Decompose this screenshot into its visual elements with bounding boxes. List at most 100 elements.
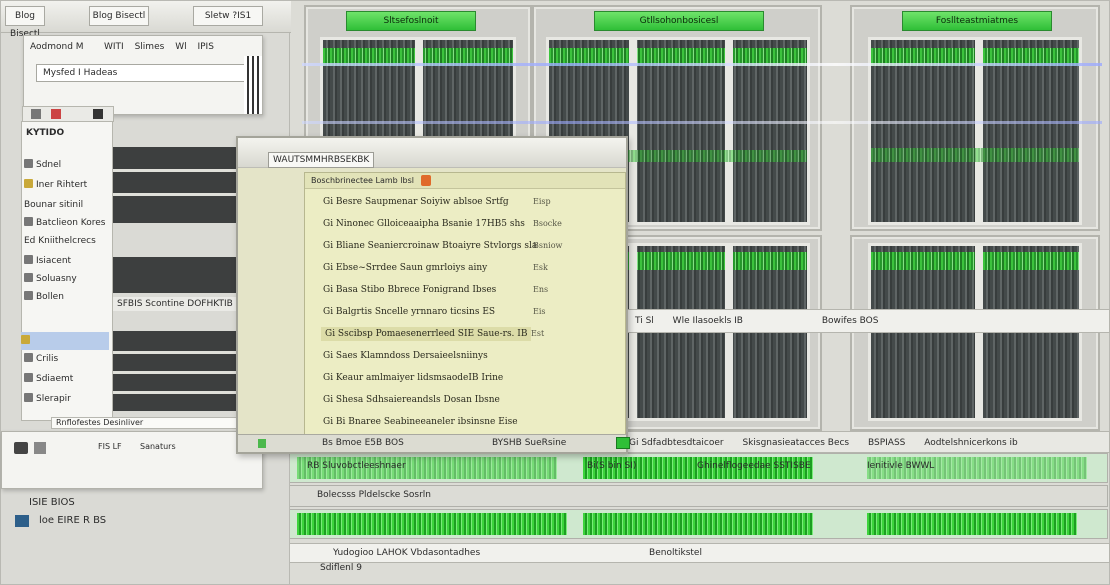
sidebar-items: Sdnel Iner Rihtert Bounar sitinil Batcli… — [20, 120, 112, 420]
sidebar-item-5[interactable]: Ed Kniithelcrecs — [24, 232, 96, 250]
column-header: SFBIS Scontine DOFHKTIB — [113, 297, 241, 311]
scan-line-1 — [302, 63, 1102, 66]
toolbar-label-4[interactable]: IPIS — [197, 42, 213, 52]
sidebar-item-2[interactable]: Iner Rihtert — [24, 176, 87, 194]
channel-text-1: RB Sluvobctleeshnaer — [307, 461, 406, 471]
log-line-text: Gi Basa Stibo Bbrece Fonigrand Ibses — [323, 285, 497, 295]
log-line-text: Gi Saes Klamndoss Dersaieelsniinys — [323, 351, 488, 361]
item-icon — [24, 179, 33, 188]
breadcrumb: Aodmond M — [30, 42, 84, 52]
meter-panel-4 — [850, 235, 1100, 431]
alert-icon[interactable] — [51, 109, 61, 119]
log-line-text: Gi Bi Bnaree Seabineeaneler ibsinsne Eis… — [323, 417, 518, 427]
sidebar-item-4[interactable]: Batclieon Kores — [24, 214, 105, 232]
log-line[interactable]: Gi Basa Stibo Bbrece Fonigrand Ibses Ens — [323, 283, 548, 297]
log-line[interactable]: Gi Balgrtis Sncelle yrnnaro ticsins ES Ei… — [323, 305, 546, 319]
bottom-strip-text-3: Sdiflenl 9 — [320, 563, 362, 573]
log-line-tag: Bsocke — [533, 219, 562, 228]
log-line[interactable]: Gi Besre Saupmenar Soiyiw ablsoe Srtfg Ei… — [323, 195, 551, 209]
sidebar-item-8[interactable]: Bollen — [24, 288, 64, 306]
disk-icon — [14, 442, 28, 454]
log-line[interactable]: Gi Bi Bnaree Seabineeaneler ibsinsne Eis… — [323, 415, 518, 429]
sidebar-item-6[interactable]: Isiacent — [24, 252, 71, 270]
channel-label-1: Gi Sdfadbtesdtaicoer — [629, 438, 724, 448]
panel-label-3: Fosllteastmiatmes — [902, 11, 1052, 31]
item-icon — [24, 273, 33, 282]
path-field[interactable]: Mysfed I Hadeas — [36, 64, 256, 82]
dialog-title: WAUTSMMHRBSEKBK — [268, 152, 375, 168]
channel-text-2: Bi(S bin SI) — [587, 461, 637, 471]
status-right-text: BYSHB SueRsine — [492, 438, 567, 448]
sidebar-item-label: Batclieon Kores — [36, 218, 106, 228]
channel-label-3: BSPIASS — [868, 438, 906, 448]
record-icon[interactable] — [421, 175, 431, 186]
channel-label-strip: Gi Sdfadbtesdtaicoer Skisgnasieatacces B… — [620, 431, 1110, 453]
log-line-text: Gi Ebse~Srrdee Saun gmrloiys ainy — [323, 263, 488, 273]
log-line-text: Gi Ninonec Glloiceaaipha Bsanie 17HB5 sh… — [323, 219, 525, 229]
folder-icon[interactable] — [31, 109, 41, 119]
log-line[interactable]: Gi Saes Klamndoss Dersaieelsniinys — [323, 349, 488, 363]
save-icon[interactable] — [93, 109, 103, 119]
log-panel: Boschbrinectee Lamb lbsl Gi Besre Saupme… — [304, 172, 626, 438]
log-line-tag: Est — [531, 329, 545, 338]
strip-text-1: Ti Sl — [635, 316, 654, 326]
sidebar-item-selected[interactable] — [21, 332, 109, 350]
sidebar-item-label: Bollen — [36, 292, 64, 302]
log-line[interactable]: Gi Bliane Seaniercroinaw Btoaiyre Stvlor… — [323, 239, 562, 253]
sidebar-item-label: Isiacent — [36, 256, 72, 266]
sidebar-item-3[interactable]: Bounar sitinil — [24, 196, 83, 214]
channel-meter-row-1: RB Sluvobctleeshnaer Bi(S bin SI) Ghinel… — [276, 453, 1108, 483]
sidebar-item-label: Sdnel — [36, 160, 62, 170]
sidebar-item-10[interactable]: Sdiaemt — [24, 370, 73, 388]
log-line[interactable]: Gi Sscibsp Pomaesenerrleed SIE Saue-rs. … — [321, 327, 544, 341]
log-line[interactable]: Gi Keaur amlmaiyer lidsmsaodeIB Irine — [323, 371, 503, 385]
log-line-tag: Bsniow — [533, 241, 563, 250]
file-list-bottom — [113, 331, 241, 411]
resize-grip-icon[interactable] — [616, 437, 630, 449]
log-line[interactable]: Gi Ebse~Srrdee Saun gmrloiys ainy Esk — [323, 261, 548, 275]
log-line-text: Gi Bliane Seaniercroinaw Btoaiyre Stvlor… — [323, 241, 538, 251]
channel-text-5: Bolecsss Pldelscke Sosrln — [317, 490, 432, 500]
toolbar-label-3[interactable]: Wl — [175, 42, 186, 52]
sidebar-item-label: Crilis — [36, 354, 59, 364]
item-icon — [24, 255, 33, 264]
left-footer-panel: FIS LF Sanaturs — [1, 431, 263, 489]
item-icon — [24, 291, 33, 300]
toolbar-tab-3[interactable]: Sletw ?IS1 — [193, 6, 263, 26]
scan-line-2 — [302, 121, 1102, 124]
bottom-strip-text-2: Benoltikstel — [649, 548, 702, 558]
log-line-text: Gi Keaur amlmaiyer lidsmsaodeIB Irine — [323, 373, 504, 383]
toolbar-tab-2[interactable]: Blog Bisectl — [89, 6, 149, 26]
log-line[interactable]: Gi Shesa Sdhsaiereandsls Dosan Ibsne — [323, 393, 500, 407]
toolbar-tab-1[interactable]: Blog Bisectl — [5, 6, 45, 39]
log-header-text: Boschbrinectee Lamb lbsl — [311, 176, 414, 185]
strip-text-3: Bowifes BOS — [821, 316, 879, 326]
keyboard-icon — [244, 56, 262, 114]
status-ok-icon — [258, 439, 266, 448]
toolbar-label-2[interactable]: Slimes — [135, 42, 165, 52]
item-icon — [24, 217, 33, 226]
toolbar-label-1[interactable]: WITI — [104, 42, 124, 52]
dialog-status-bar: Bs Bmoe E5B BOS BYSHB SueRsine — [238, 434, 630, 452]
channel-label-2: Skisgnasieatacces Becs — [742, 438, 850, 448]
sidebar-item-7[interactable]: Soluasny — [24, 270, 77, 288]
channel-meter-row-3 — [276, 509, 1108, 539]
strip-text-2: Wle Ilasoekls IB — [672, 316, 743, 326]
footer-label-3: ISIE BIOS — [29, 497, 75, 508]
sidebar-item-label: Iner Rihtert — [36, 180, 88, 190]
sidebar-item-label: Ed Kniithelcrecs — [24, 236, 96, 246]
toolbar-labels: WITI Slimes Wl IPIS — [104, 42, 214, 52]
log-dialog: WAUTSMMHRBSEKBK Boschbrinectee Lamb lbsl… — [236, 136, 630, 454]
log-line[interactable]: Gi Ninonec Glloiceaaipha Bsanie 17HB5 sh… — [323, 217, 562, 231]
log-line-text: Gi Sscibsp Pomaesenerrleed SIE Saue-rs. … — [325, 329, 528, 339]
log-line-text: Gi Balgrtis Sncelle yrnnaro ticsins ES — [323, 307, 496, 317]
channel-meter-row-2: Bolecsss Pldelscke Sosrln — [276, 485, 1108, 507]
footer-label-4: loe EIRE R BS — [39, 515, 107, 526]
sidebar-item-1[interactable]: Sdnel — [24, 156, 61, 174]
sidebar-item-11[interactable]: Slerapir — [24, 390, 71, 408]
sidebar-item-9[interactable]: Crilis — [24, 350, 58, 368]
file-list-mid — [113, 257, 241, 293]
item-icon — [24, 353, 33, 362]
log-line-tag: Ens — [533, 285, 549, 294]
log-line-text: Gi Shesa Sdhsaiereandsls Dosan Ibsne — [323, 395, 500, 405]
